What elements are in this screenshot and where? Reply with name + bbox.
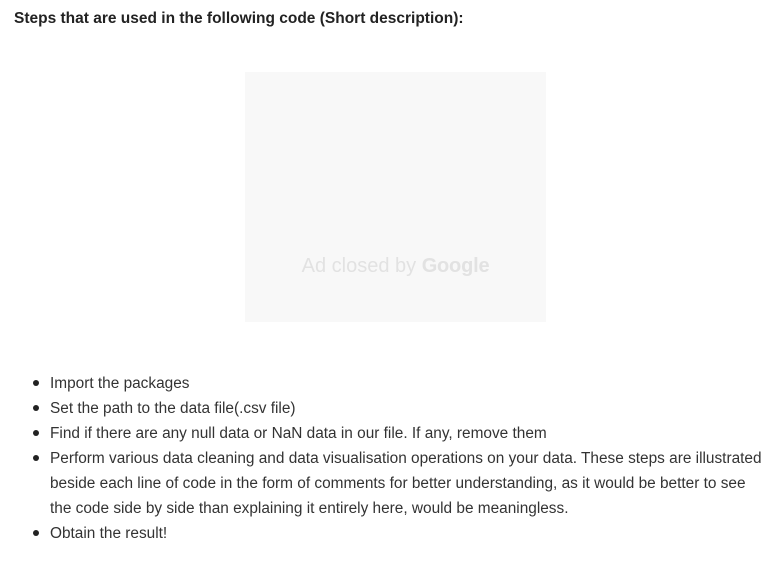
section-heading: Steps that are used in the following cod… — [14, 10, 464, 27]
step-text: Import the packages — [50, 375, 190, 392]
list-item: Set the path to the data file(.csv file) — [14, 396, 766, 421]
bullet-icon — [33, 430, 39, 436]
ad-closed-label: Ad closed by — [301, 255, 417, 277]
google-logo-text: Google — [421, 255, 490, 277]
steps-list: Import the packages Set the path to the … — [14, 371, 766, 546]
step-text: Perform various data cleaning and data v… — [50, 450, 762, 517]
bullet-icon — [33, 455, 39, 461]
list-item: Find if there are any null data or NaN d… — [14, 421, 766, 446]
ad-placeholder: Ad closed by Google — [245, 72, 546, 322]
ad-closed-message: Ad closed by Google — [245, 255, 546, 278]
bullet-icon — [33, 380, 39, 386]
step-text: Set the path to the data file(.csv file) — [50, 400, 296, 417]
list-item: Obtain the result! — [14, 521, 766, 546]
bullet-icon — [33, 405, 39, 411]
step-text: Find if there are any null data or NaN d… — [50, 425, 547, 442]
step-text: Obtain the result! — [50, 525, 168, 542]
list-item: Import the packages — [14, 371, 766, 396]
list-item: Perform various data cleaning and data v… — [14, 446, 766, 521]
bullet-icon — [33, 530, 39, 536]
